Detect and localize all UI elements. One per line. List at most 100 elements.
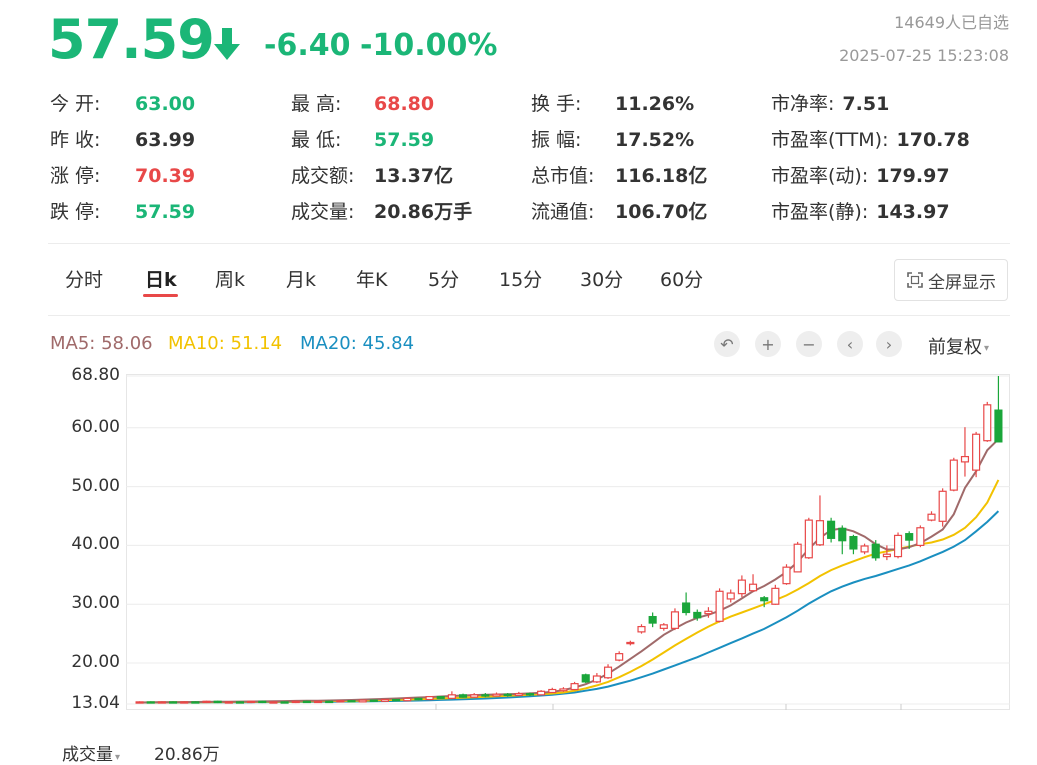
candle-body bbox=[882, 553, 891, 558]
stat-value: 68.80 bbox=[374, 93, 435, 115]
candle-body bbox=[325, 700, 334, 704]
chart-frame bbox=[126, 374, 1010, 710]
y-tick-label: 60.00 bbox=[71, 416, 120, 437]
candle-body bbox=[793, 543, 802, 573]
candle-body bbox=[157, 701, 166, 704]
tab-4[interactable]: 年K bbox=[356, 266, 387, 294]
candle-body bbox=[180, 701, 189, 704]
tab-7[interactable]: 30分 bbox=[580, 266, 623, 294]
candle-body bbox=[760, 597, 769, 602]
stat-value: 179.97 bbox=[876, 165, 950, 187]
ma20-legend: MA20: 45.84 bbox=[300, 333, 415, 354]
tab-8[interactable]: 60分 bbox=[660, 266, 703, 294]
stat-value: 70.39 bbox=[135, 165, 196, 187]
candle-body bbox=[224, 701, 233, 704]
stat-value: 63.00 bbox=[135, 93, 196, 115]
zoom-in-button[interactable]: + bbox=[755, 331, 781, 357]
tab-5[interactable]: 5分 bbox=[428, 266, 459, 294]
price-adjust-label: 前复权 bbox=[928, 337, 982, 358]
candle-body bbox=[425, 695, 434, 701]
stat-value: 7.51 bbox=[842, 93, 890, 115]
volume-label: 成交量 bbox=[62, 745, 113, 765]
candle-body bbox=[704, 610, 713, 615]
stat-label: 跌 停: bbox=[50, 201, 101, 223]
candle-body bbox=[949, 459, 958, 491]
candle-body bbox=[202, 700, 211, 704]
y-tick-label: 40.00 bbox=[71, 534, 120, 555]
tab-0[interactable]: 分时 bbox=[65, 266, 103, 294]
candle-body bbox=[905, 533, 914, 541]
zoom-out-button[interactable]: − bbox=[796, 331, 822, 357]
watchlist-count: 14649人已自选 bbox=[894, 13, 1009, 32]
stat-label: 总市值: bbox=[531, 165, 595, 187]
ma5-legend: MA5: 58.06 bbox=[50, 333, 153, 354]
candle-body bbox=[871, 543, 880, 559]
stat-label: 换 手: bbox=[531, 93, 582, 115]
candle-body bbox=[592, 675, 601, 683]
chevron-down-icon: ▾ bbox=[984, 342, 990, 354]
candle-body bbox=[682, 602, 691, 614]
stat-value: 11.26% bbox=[615, 93, 695, 115]
divider bbox=[48, 243, 1010, 244]
plus-icon: + bbox=[761, 334, 775, 354]
candle-body bbox=[637, 625, 646, 633]
minus-icon: − bbox=[802, 334, 816, 354]
candle-body bbox=[916, 527, 925, 547]
stat-label: 市盈率(TTM): bbox=[771, 129, 889, 151]
candle-body bbox=[537, 690, 546, 696]
stat-label: 成交量: bbox=[291, 201, 355, 223]
candle-body bbox=[570, 683, 579, 691]
candle-body bbox=[670, 611, 680, 629]
volume-value: 20.86万 bbox=[154, 745, 220, 765]
stat-value: 57.59 bbox=[374, 129, 435, 151]
candle-body bbox=[748, 583, 758, 592]
candle-body bbox=[191, 701, 200, 704]
candle-body bbox=[972, 433, 981, 471]
chevron-left-icon: ‹ bbox=[846, 334, 854, 354]
candle-body bbox=[291, 700, 300, 704]
candle-body bbox=[481, 694, 490, 697]
candle-body bbox=[615, 653, 624, 661]
candle-body bbox=[280, 701, 289, 704]
candle-body bbox=[726, 592, 735, 600]
candle-body bbox=[737, 579, 746, 595]
stat-label: 市净率: bbox=[771, 93, 835, 115]
reset-button[interactable]: ↶ bbox=[714, 331, 740, 357]
candle-body bbox=[960, 455, 970, 463]
stat-label: 最 低: bbox=[291, 129, 342, 151]
undo-icon: ↶ bbox=[720, 334, 734, 354]
candle-body bbox=[849, 535, 858, 550]
candle-body bbox=[771, 587, 780, 605]
tab-2[interactable]: 周k bbox=[215, 266, 245, 294]
fullscreen-icon bbox=[907, 272, 923, 288]
candle-body bbox=[893, 534, 903, 558]
price-adjust-dropdown[interactable]: 前复权 ▾ bbox=[928, 333, 989, 359]
tab-6[interactable]: 15分 bbox=[499, 266, 542, 294]
tab-1[interactable]: 日k bbox=[145, 266, 177, 294]
pan-right-button[interactable]: › bbox=[876, 331, 902, 357]
stat-label: 涨 停: bbox=[50, 165, 101, 187]
candle-body bbox=[983, 404, 992, 442]
stat-value: 17.52% bbox=[615, 129, 695, 151]
fullscreen-label: 全屏显示 bbox=[928, 272, 996, 293]
fullscreen-button[interactable]: 全屏显示 bbox=[894, 259, 1008, 301]
tab-3[interactable]: 月k bbox=[286, 266, 316, 294]
down-arrow-icon bbox=[214, 28, 240, 60]
stat-value: 57.59 bbox=[135, 201, 196, 223]
divider bbox=[48, 315, 1010, 316]
y-tick-label: 30.00 bbox=[71, 593, 120, 614]
candle-body bbox=[347, 700, 356, 703]
candle-body bbox=[436, 695, 445, 699]
candle-body bbox=[994, 409, 1003, 443]
candle-body bbox=[146, 701, 155, 704]
candle-body bbox=[336, 700, 345, 703]
candle-body bbox=[503, 693, 512, 697]
pan-left-button[interactable]: ‹ bbox=[837, 331, 863, 357]
candle-body bbox=[838, 527, 847, 542]
candle-body bbox=[403, 697, 412, 702]
volume-indicator-dropdown[interactable]: 成交量 ▾ bbox=[62, 740, 120, 765]
candle-body bbox=[525, 693, 535, 696]
candlestick-chart[interactable] bbox=[126, 374, 1010, 710]
quote-timestamp: 2025-07-25 15:23:08 bbox=[839, 46, 1009, 65]
candle-body bbox=[392, 698, 401, 702]
